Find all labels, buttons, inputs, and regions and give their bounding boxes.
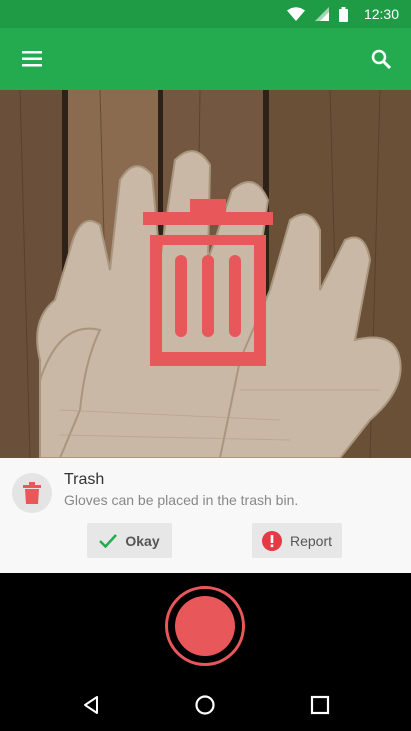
okay-label: Okay xyxy=(125,532,160,549)
gloves-photo xyxy=(0,90,411,458)
status-bar: 12:30 xyxy=(0,0,411,28)
report-label: Report xyxy=(289,532,333,549)
home-icon xyxy=(195,695,215,715)
hamburger-icon xyxy=(22,51,42,67)
camera-controls xyxy=(0,573,411,679)
cell-signal-icon xyxy=(314,7,329,21)
system-nav-bar xyxy=(0,679,411,731)
trash-can-icon xyxy=(23,482,41,504)
home-button[interactable] xyxy=(190,691,220,719)
result-card: Trash Gloves can be placed in the trash … xyxy=(0,458,411,573)
battery-icon xyxy=(338,6,348,22)
recents-button[interactable] xyxy=(305,691,335,719)
shutter-button[interactable] xyxy=(165,586,245,666)
result-category-badge xyxy=(12,473,52,513)
result-description: Gloves can be placed in the trash bin. xyxy=(64,492,299,508)
status-time: 12:30 xyxy=(363,6,399,22)
shutter-inner xyxy=(175,596,235,656)
app-bar xyxy=(0,28,411,90)
search-button[interactable] xyxy=(363,43,399,75)
wifi-icon xyxy=(286,7,305,21)
search-icon xyxy=(371,49,391,69)
result-title: Trash xyxy=(64,471,105,488)
report-button[interactable]: Report xyxy=(252,523,342,558)
back-button[interactable] xyxy=(76,691,106,719)
status-icons: 12:30 xyxy=(286,5,399,23)
camera-preview xyxy=(0,90,411,458)
back-icon xyxy=(84,696,98,714)
checkmark-icon xyxy=(99,533,118,548)
okay-button[interactable]: Okay xyxy=(87,523,172,558)
menu-button[interactable] xyxy=(14,45,50,73)
alert-icon xyxy=(261,530,282,551)
recents-icon xyxy=(310,695,330,715)
